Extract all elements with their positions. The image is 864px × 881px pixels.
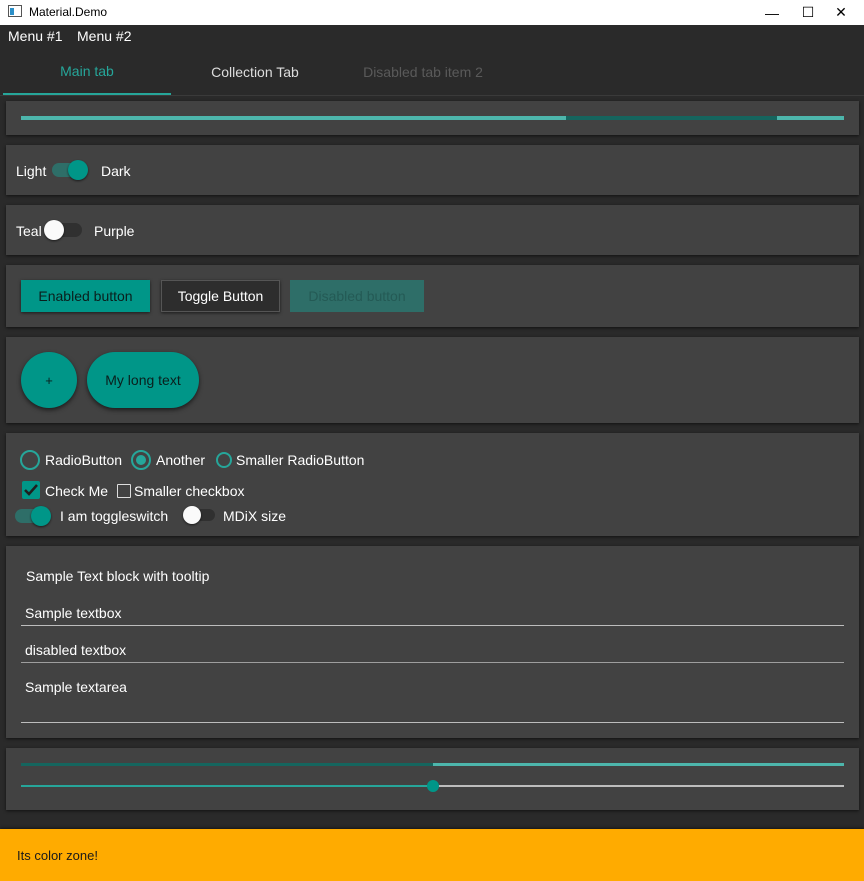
radio-label: RadioButton — [45, 452, 123, 468]
progress-bar-fill — [21, 116, 566, 120]
tab-disabled: Disabled tab item 2 — [363, 64, 483, 80]
teal-label: Teal — [16, 223, 42, 239]
slider-track-remaining — [433, 763, 844, 766]
progress-bar-secondary-fill — [777, 116, 844, 120]
switch-thumb — [44, 220, 64, 240]
slider-thumb[interactable] — [427, 780, 439, 792]
radio-button-2[interactable]: Another — [131, 449, 216, 471]
color-toggle-card: Teal Purple — [6, 205, 859, 255]
maximize-icon: ☐ — [801, 4, 815, 20]
slider-track-remaining — [433, 785, 844, 787]
textarea-underline — [21, 722, 844, 723]
buttons-card: Enabled button Toggle Button Disabled bu… — [6, 265, 859, 327]
color-toggle-switch[interactable] — [44, 219, 84, 241]
tab-collection[interactable]: Collection Tab — [171, 49, 339, 95]
textbox-underline — [21, 662, 844, 663]
slider-track-filled — [21, 763, 433, 766]
menu-bar: Menu #1 Menu #2 — [0, 25, 864, 49]
menu-item-1[interactable]: Menu #1 — [8, 28, 62, 44]
radio-circle — [216, 452, 232, 468]
tooltip-text-block: Sample Text block with tooltip — [26, 568, 210, 584]
checkmark-icon — [24, 484, 38, 496]
disabled-button: Disabled button — [290, 280, 424, 312]
radio-label: Another — [156, 452, 206, 468]
checkbox-label: Check Me — [45, 483, 109, 499]
dark-label: Dark — [101, 163, 131, 179]
switch-thumb — [31, 506, 51, 526]
purple-label: Purple — [94, 223, 135, 239]
light-label: Light — [16, 163, 47, 179]
textbox-value: disabled textbox — [25, 642, 127, 658]
slider-track-filled — [21, 785, 433, 787]
slider-2[interactable] — [6, 772, 859, 802]
sample-textarea[interactable]: Sample textarea — [21, 676, 844, 723]
menu-item-2[interactable]: Menu #2 — [77, 28, 131, 44]
switch-label: I am toggleswitch — [60, 508, 169, 524]
theme-toggle-switch[interactable] — [52, 159, 90, 181]
window-title: Material.Demo — [29, 5, 108, 19]
long-text-floating-button[interactable]: My long text — [87, 352, 199, 408]
close-button[interactable]: ✕ — [818, 0, 864, 25]
add-floating-button[interactable]: + — [21, 352, 77, 408]
close-icon: ✕ — [835, 4, 847, 20]
color-zone: Its color zone! — [0, 829, 864, 881]
tab-main[interactable]: Main tab — [3, 49, 171, 95]
smaller-checkbox[interactable]: Smaller checkbox — [117, 483, 247, 501]
text-fields-card: Sample Text block with tooltip Sample te… — [6, 546, 859, 738]
floating-buttons-card: + My long text — [6, 337, 859, 423]
textbox-underline — [21, 625, 844, 626]
switch-thumb — [183, 506, 201, 524]
disabled-textbox: disabled textbox — [21, 639, 844, 663]
app-icon — [8, 5, 22, 17]
switch-label: MDiX size — [223, 508, 287, 524]
switch-thumb — [68, 160, 88, 180]
slider-1[interactable] — [6, 748, 859, 772]
toggle-button[interactable]: Toggle Button — [161, 280, 280, 312]
selection-controls-card: RadioButton Another Smaller RadioButton … — [6, 433, 859, 536]
sliders-card — [6, 748, 859, 810]
toggleswitch[interactable]: I am toggleswitch — [15, 505, 175, 527]
enabled-button[interactable]: Enabled button — [21, 280, 150, 312]
sample-textbox[interactable]: Sample textbox — [21, 602, 844, 626]
radio-dot — [136, 455, 146, 465]
color-zone-text: Its color zone! — [17, 848, 98, 863]
radio-circle — [20, 450, 40, 470]
radio-circle — [131, 450, 151, 470]
checkbox-label: Smaller checkbox — [134, 483, 245, 499]
minimize-icon: — — [765, 4, 779, 21]
textarea-value: Sample textarea — [25, 679, 127, 695]
progress-card — [6, 101, 859, 135]
checkbox-box — [22, 481, 40, 499]
radio-button-3[interactable]: Smaller RadioButton — [216, 449, 376, 471]
radio-label: Smaller RadioButton — [236, 452, 365, 468]
check-me-checkbox[interactable]: Check Me — [22, 481, 112, 501]
mdix-size-switch[interactable]: MDiX size — [183, 505, 293, 527]
textbox-value: Sample textbox — [25, 605, 122, 621]
title-bar: Material.Demo — ☐ ✕ — [0, 0, 864, 25]
checkbox-box — [117, 484, 131, 498]
tab-strip: Main tab Collection Tab Disabled tab ite… — [0, 49, 864, 96]
theme-toggle-card: Light Dark — [6, 145, 859, 195]
radio-button-1[interactable]: RadioButton — [20, 449, 130, 471]
